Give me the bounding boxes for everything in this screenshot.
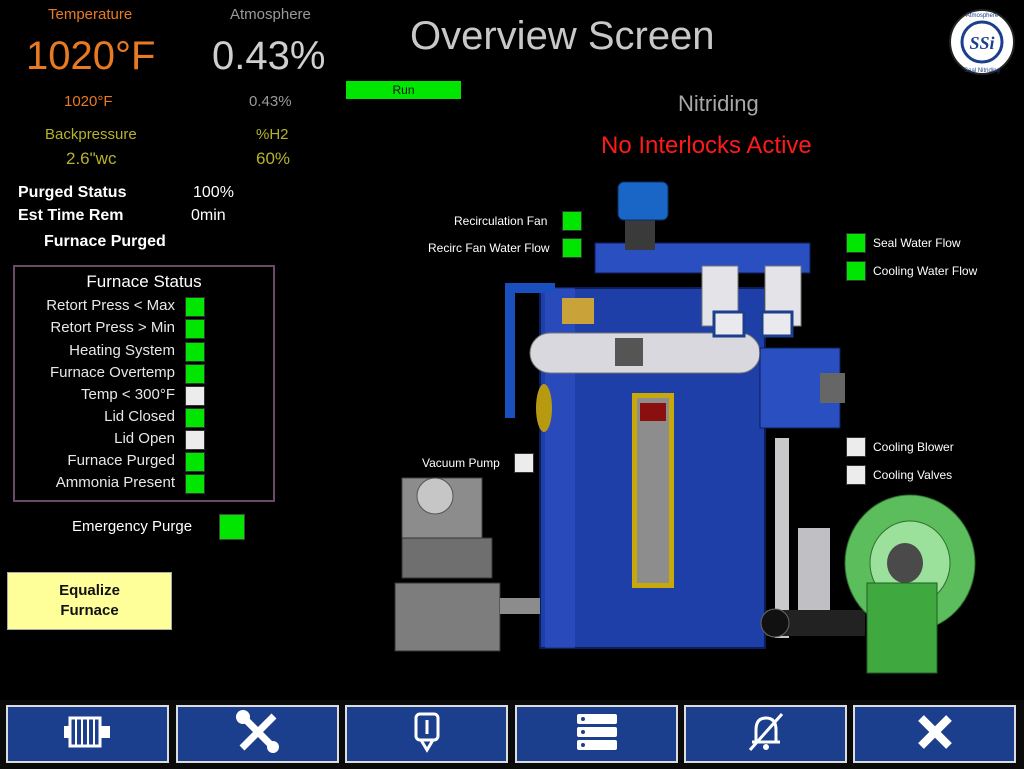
equalize-furnace-button[interactable]: Equalize Furnace [7,572,172,630]
status-label: Retort Press > Min [50,319,175,336]
bottom-nav [0,700,1024,769]
atmosphere-value: 0.43% [212,34,326,78]
furnace-status-panel: Furnace Status Retort Press < Max Retort… [13,265,275,502]
nav-data-button[interactable] [515,705,678,763]
furnace-illustration [394,181,976,674]
status-indicator [185,474,205,494]
data-list-icon [575,712,619,757]
status-indicator [185,452,205,472]
nav-close-button[interactable] [853,705,1016,763]
status-indicator [185,319,205,339]
status-label: Heating System [69,342,175,359]
purged-status-value: 100% [193,184,234,201]
temperature-value: 1020°F [26,34,156,78]
status-label: Retort Press < Max [46,297,175,314]
interlock-message: No Interlocks Active [601,132,812,159]
temperature-label: Temperature [48,6,133,23]
close-icon [915,712,955,757]
purged-status-label: Purged Status [18,184,127,201]
svg-text:SSi: SSi [969,33,994,53]
page-title: Overview Screen [410,14,715,58]
est-time-value: 0min [191,207,226,224]
atmosphere-label: Atmosphere [230,6,311,23]
status-indicator [185,364,205,384]
h2-label: %H2 [256,126,289,143]
alarm-silence-icon [744,710,788,759]
status-label: Furnace Overtemp [49,364,175,381]
backpressure-label: Backpressure [45,126,137,143]
status-label: Temp < 300°F [81,386,175,403]
status-indicator [185,386,205,406]
probe-icon [410,710,444,759]
temperature-setpoint: 1020°F [64,93,113,110]
nav-tools-button[interactable] [176,705,339,763]
emergency-purge-label: Emergency Purge [72,518,193,535]
run-indicator: Run [346,81,461,99]
status-indicator [185,430,205,450]
status-indicator [185,297,205,317]
est-time-label: Est Time Rem [18,207,124,224]
furnace-motor-icon [62,712,114,757]
furnace-status-title: Furnace Status [86,272,202,291]
recipe-name: Nitriding [678,91,759,116]
nav-alarm-silence-button[interactable] [684,705,847,763]
tools-icon [234,709,282,759]
svg-text:Seal Nitriding: Seal Nitriding [964,68,1000,74]
status-label: Furnace Purged [67,452,175,469]
status-indicator [185,408,205,428]
svg-text:Atmosphere: Atmosphere [966,13,999,19]
ssi-logo: SSi Atmosphere Seal Nitriding [946,8,1018,76]
status-label: Ammonia Present [55,474,175,491]
emergency-purge-button[interactable] [219,514,245,540]
nav-probe-button[interactable] [345,705,508,763]
atmosphere-setpoint: 0.43% [249,93,292,110]
status-indicator [185,342,205,362]
backpressure-value: 2.6"wc [66,149,117,168]
status-label: Lid Open [114,430,175,447]
status-label: Lid Closed [104,408,175,425]
nav-furnace-button[interactable] [6,705,169,763]
h2-value: 60% [256,149,291,168]
furnace-purged-text: Furnace Purged [44,233,166,250]
